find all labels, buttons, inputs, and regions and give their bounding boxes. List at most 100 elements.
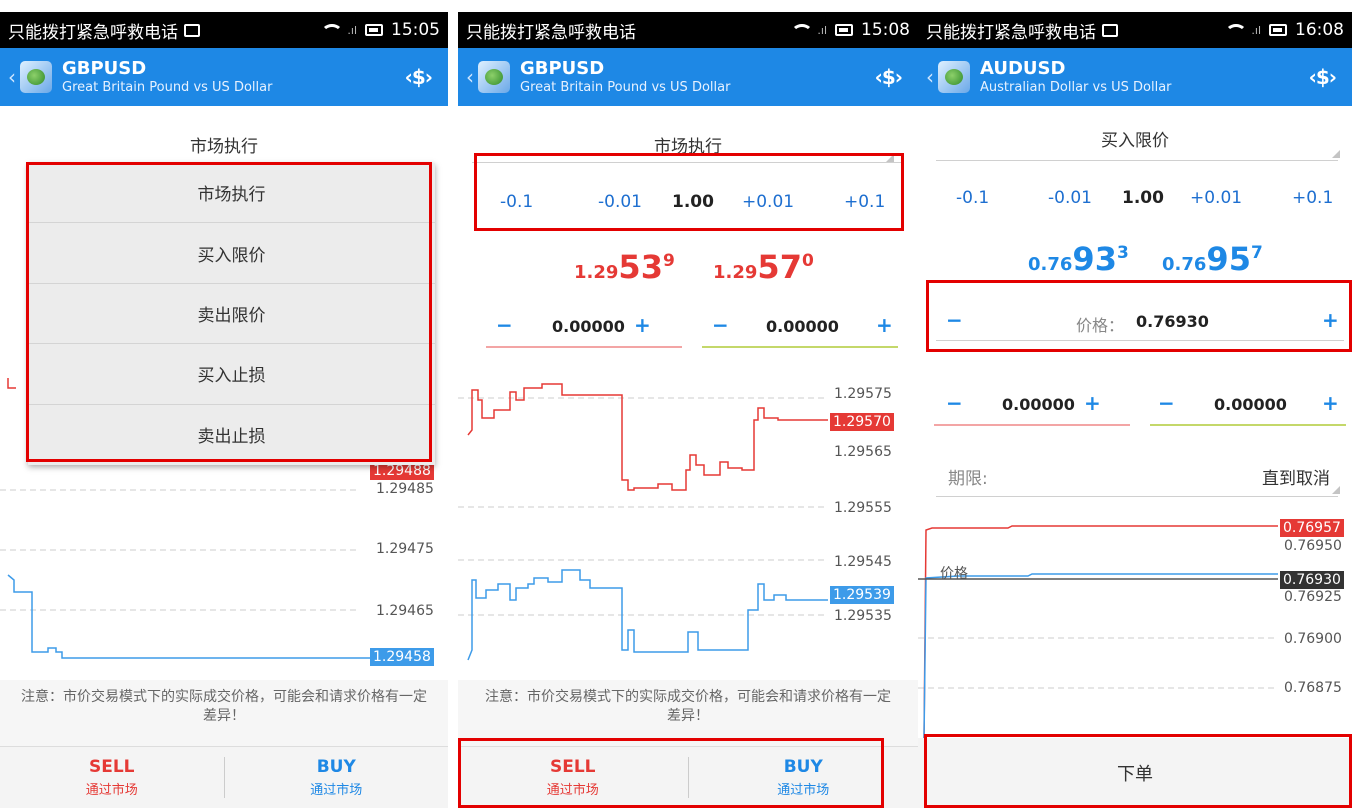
symbol-description: Australian Dollar vs US Dollar xyxy=(980,79,1172,95)
back-chevron-icon[interactable]: ‹ xyxy=(466,65,474,89)
bid-price-fraction: 3 xyxy=(1116,243,1129,263)
ask-price: 0.76957 xyxy=(1162,240,1263,278)
clock: 15:05 xyxy=(391,20,440,40)
volume-minus-0.1[interactable]: -0.1 xyxy=(956,188,989,208)
price-plus-button[interactable]: + xyxy=(1322,308,1339,332)
sl-minus-button[interactable]: − xyxy=(496,313,513,337)
sell-sub-label: 通过市场 xyxy=(546,783,599,798)
bid-price-pips: 93 xyxy=(1072,240,1117,278)
tp-plus-button[interactable]: + xyxy=(876,313,893,337)
carrier-text: 只能拨打紧急呼救电话 xyxy=(8,22,178,43)
tp-minus-button[interactable]: − xyxy=(1158,391,1175,415)
expiry-underline xyxy=(936,496,1338,497)
bid-price-fraction: 9 xyxy=(662,251,675,271)
back-chevron-icon[interactable]: ‹ xyxy=(8,65,16,89)
volume-plus-0.1[interactable]: +0.1 xyxy=(844,192,885,212)
take-profit-value[interactable]: 0.00000 xyxy=(766,317,839,336)
sell-label: SELL xyxy=(88,757,135,777)
wifi-icon xyxy=(1223,22,1248,38)
chart-level-label: 0.76950 xyxy=(1284,538,1342,554)
back-chevron-icon[interactable]: ‹ xyxy=(926,65,934,89)
chart-level-label: 1.29565 xyxy=(834,444,892,460)
volume-value[interactable]: 1.00 xyxy=(1122,188,1164,208)
volume-plus-0.01[interactable]: +0.01 xyxy=(742,192,794,212)
ask-price-tag: 1.29570 xyxy=(830,413,894,431)
take-profit-underline xyxy=(1150,424,1346,426)
volume-plus-0.01[interactable]: +0.01 xyxy=(1190,188,1242,208)
order-type-selector[interactable]: 市场执行 xyxy=(458,132,918,157)
battery-icon xyxy=(1269,24,1287,36)
trade-dollar-icon[interactable]: ‹$› xyxy=(405,65,433,89)
tp-minus-button[interactable]: − xyxy=(712,313,729,337)
take-profit-value[interactable]: 0.00000 xyxy=(1214,395,1287,414)
trade-buttons: SELL 通过市场 BUY 通过市场 xyxy=(0,746,448,808)
stop-loss-value[interactable]: 0.00000 xyxy=(552,317,625,336)
app-logo-icon[interactable] xyxy=(478,61,510,93)
chart-level-label: 0.76925 xyxy=(1284,589,1342,605)
app-bar: ‹ GBPUSD Great Britain Pound vs US Dolla… xyxy=(458,48,918,106)
price-label: 价格： xyxy=(1076,316,1125,335)
order-type-selector[interactable]: 市场执行 xyxy=(0,132,448,157)
limit-price-tag: 0.76930 xyxy=(1280,571,1344,589)
ask-price: 1.29570 xyxy=(713,248,814,286)
expiry-value[interactable]: 直到取消 xyxy=(1262,464,1330,489)
signal-icon: .ıl xyxy=(1251,23,1261,37)
sl-minus-button[interactable]: − xyxy=(946,391,963,415)
stop-loss-value[interactable]: 0.00000 xyxy=(1002,395,1075,414)
sell-sub-label: 通过市场 xyxy=(85,783,138,798)
sell-button[interactable]: SELL 通过市场 xyxy=(0,747,224,808)
volume-stepper: -0.1 -0.01 1.00 +0.01 +0.1 xyxy=(458,190,918,214)
status-bar: 只能拨打紧急呼救电话 .ıl 16:08 xyxy=(918,12,1352,48)
sl-plus-button[interactable]: + xyxy=(1084,391,1101,415)
volume-value[interactable]: 1.00 xyxy=(672,192,714,212)
dropdown-option-buy-limit[interactable]: 买入限价 xyxy=(28,223,435,284)
trade-buttons: SELL 通过市场 BUY 通过市场 xyxy=(458,746,918,808)
volume-minus-0.01[interactable]: -0.01 xyxy=(1048,188,1092,208)
tp-plus-button[interactable]: + xyxy=(1322,391,1339,415)
dropdown-option-market[interactable]: 市场执行 xyxy=(28,163,435,224)
selector-underline xyxy=(936,160,1338,161)
trade-dollar-icon[interactable]: ‹$› xyxy=(875,65,903,89)
chart-level-label: 1.29555 xyxy=(834,500,892,516)
order-type-selector[interactable]: 买入限价 xyxy=(918,126,1352,151)
sell-button[interactable]: SELL 通过市场 xyxy=(458,747,688,808)
chart-level-label: 0.76900 xyxy=(1284,631,1342,647)
buy-sub-label: 通过市场 xyxy=(777,783,830,798)
buy-button[interactable]: BUY 通过市场 xyxy=(225,747,449,808)
notice-text: 注意：市价交易模式下的实际成交价格，可能会和请求价格有一定差异！ xyxy=(458,680,918,746)
screen-audusd-buy-limit: 只能拨打紧急呼救电话 .ıl 16:08 ‹ AUDUSD Australian… xyxy=(918,0,1352,808)
buy-label: BUY xyxy=(783,757,823,777)
limit-price-value[interactable]: 0.76930 xyxy=(1136,312,1209,331)
dropdown-option-sell-limit[interactable]: 卖出限价 xyxy=(28,284,435,345)
app-logo-icon[interactable] xyxy=(20,61,52,93)
ask-price-fraction: 7 xyxy=(1250,243,1263,263)
trade-dollar-icon[interactable]: ‹$› xyxy=(1309,65,1337,89)
screen-gbpusd-market-order: 只能拨打紧急呼救电话 .ıl 15:08 ‹ GBPUSD Great Brit… xyxy=(458,0,918,808)
price-minus-button[interactable]: − xyxy=(946,308,963,332)
volume-minus-0.01[interactable]: -0.01 xyxy=(598,192,642,212)
dropdown-option-buy-stop[interactable]: 买入止损 xyxy=(28,344,435,405)
ask-price-fraction: 0 xyxy=(801,251,814,271)
wifi-icon xyxy=(789,22,814,38)
image-notification-icon xyxy=(1102,23,1118,37)
bid-price-tag: 1.29539 xyxy=(830,586,894,604)
sl-plus-button[interactable]: + xyxy=(634,313,651,337)
buy-button[interactable]: BUY 通过市场 xyxy=(689,747,919,808)
signal-icon: .ıl xyxy=(817,23,827,37)
stop-loss-underline xyxy=(486,346,682,348)
volume-plus-0.1[interactable]: +0.1 xyxy=(1292,188,1333,208)
buy-label: BUY xyxy=(316,757,356,777)
volume-minus-0.1[interactable]: -0.1 xyxy=(500,192,533,212)
chart-level-label: 1.29575 xyxy=(834,386,892,402)
place-order-button[interactable]: 下单 xyxy=(918,738,1352,808)
dropdown-triangle-icon xyxy=(1332,486,1340,494)
stop-loss-underline xyxy=(934,424,1130,426)
ask-price-prefix: 1.29 xyxy=(713,262,758,283)
battery-icon xyxy=(365,24,383,36)
app-logo-icon[interactable] xyxy=(938,61,970,93)
chart-level-label: 1.29475 xyxy=(376,541,434,557)
order-type-dropdown: 市场执行 买入限价 卖出限价 买入止损 卖出止损 xyxy=(28,163,435,465)
wifi-icon xyxy=(319,22,344,38)
screen-gbpusd-market-dropdown: 只能拨打紧急呼救电话 .ıl 15:05 ‹ GBPUSD Great Brit… xyxy=(0,0,448,808)
dropdown-option-sell-stop[interactable]: 卖出止损 xyxy=(28,405,435,465)
